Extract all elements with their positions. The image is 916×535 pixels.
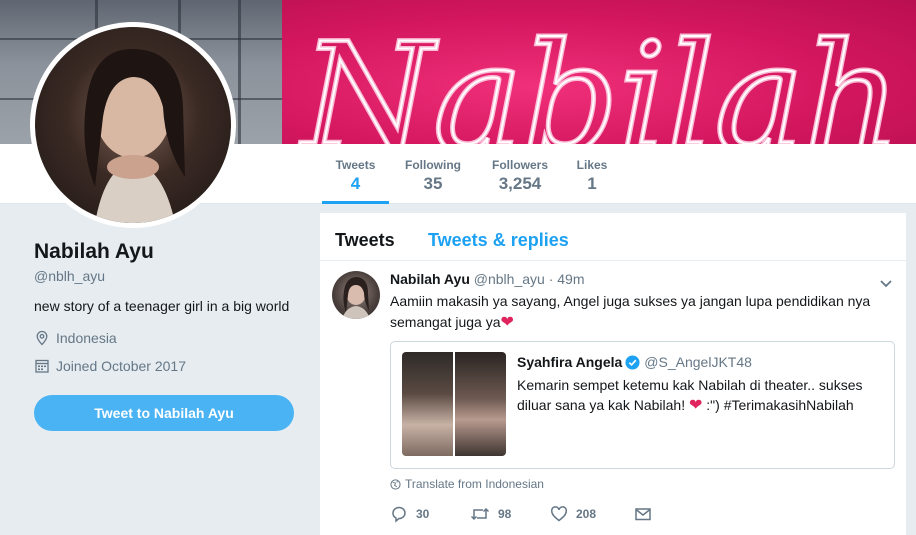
nav-label: Following xyxy=(405,158,461,172)
quote-text: Kemarin sempet ketemu kak Nabilah di the… xyxy=(517,375,877,416)
reply-icon xyxy=(392,506,406,523)
tweet-time[interactable]: 49m xyxy=(557,271,584,287)
nav-likes[interactable]: Likes 1 xyxy=(572,144,612,204)
tweet-text-line: semangat juga ya xyxy=(390,314,501,330)
avatar-photo xyxy=(35,27,231,223)
tweet-actions: 30 98 208 xyxy=(390,505,652,523)
tweet-header: Nabilah Ayu @nblh_ayu · 49m xyxy=(390,271,585,287)
banner-neon-sign: Nabilah Nabilah xyxy=(282,0,916,144)
joined-text: Joined October 2017 xyxy=(56,358,186,374)
quoted-tweet-media[interactable] xyxy=(402,352,506,456)
nav-tweets[interactable]: Tweets 4 xyxy=(322,144,389,204)
nav-value: 4 xyxy=(350,174,361,193)
neon-text: Nabilah Nabilah xyxy=(297,10,904,145)
nav-label: Likes xyxy=(576,158,608,172)
tab-tweets-replies[interactable]: Tweets & replies xyxy=(428,230,569,251)
tweet-avatar[interactable] xyxy=(332,271,380,319)
svg-text:Nabilah: Nabilah xyxy=(299,12,901,144)
heart-emoji-icon: ❤ xyxy=(500,314,514,331)
location-text: Indonesia xyxy=(56,330,117,346)
nav-value: 3,254 xyxy=(498,174,542,193)
like-count: 208 xyxy=(576,507,597,521)
tweet-text: Aamiin makasih ya sayang, Angel juga suk… xyxy=(390,291,890,333)
tweet-author-handle[interactable]: @nblh_ayu xyxy=(474,271,545,287)
nav-label: Followers xyxy=(491,158,548,172)
retweet-button[interactable]: 98 xyxy=(470,505,550,523)
quote-author-name: Syahfira Angela xyxy=(517,354,623,370)
tweet-text-line: Aamiin makasih ya sayang, Angel juga suk… xyxy=(390,293,871,309)
tweet-author-name[interactable]: Nabilah Ayu xyxy=(390,271,470,287)
tweet-item[interactable]: Nabilah Ayu @nblh_ayu · 49m Aamiin makas… xyxy=(320,262,906,535)
profile-bio: new story of a teenager girl in a big wo… xyxy=(34,298,290,314)
retweet-icon xyxy=(470,507,490,521)
tab-tweets[interactable]: Tweets xyxy=(335,230,395,251)
nav-value: 1 xyxy=(587,174,597,193)
profile-name[interactable]: Nabilah Ayu xyxy=(34,240,304,264)
reply-button[interactable]: 30 xyxy=(390,505,470,523)
nav-label: Tweets xyxy=(335,158,376,172)
nav-value: 35 xyxy=(423,174,443,193)
globe-icon xyxy=(390,478,401,490)
profile-location: Indonesia xyxy=(34,330,304,346)
translate-text: Translate from Indonesian xyxy=(405,477,544,491)
quote-author-handle: @S_AngelJKT48 xyxy=(644,354,752,370)
nav-followers[interactable]: Followers 3,254 xyxy=(487,144,553,204)
quote-text-line: Kemarin sempet ketemu kak Nabilah di the… xyxy=(517,377,863,393)
reply-count: 30 xyxy=(416,507,430,521)
quoted-tweet[interactable]: Syahfira Angela @S_AngelJKT48 Kemarin se… xyxy=(390,341,895,469)
nav-following[interactable]: Following 35 xyxy=(400,144,466,204)
quote-header: Syahfira Angela @S_AngelJKT48 xyxy=(517,354,752,370)
tweet-separator: · xyxy=(548,271,554,287)
quote-photo-left xyxy=(402,352,453,456)
location-pin-icon xyxy=(36,330,48,346)
heart-emoji-icon: ❤ xyxy=(689,397,703,414)
calendar-icon xyxy=(35,359,49,373)
quote-photo-right xyxy=(455,352,506,456)
profile-avatar[interactable] xyxy=(30,22,236,228)
timeline-tabs: Tweets Tweets & replies xyxy=(320,213,906,261)
profile-card: Nabilah Ayu @nblh_ayu new story of a tee… xyxy=(34,240,304,374)
direct-message-button[interactable] xyxy=(634,505,652,523)
quote-text-line: :") #TerimakasihNabilah xyxy=(706,397,854,413)
like-button[interactable]: 208 xyxy=(550,505,634,523)
profile-handle[interactable]: @nblh_ayu xyxy=(34,268,304,284)
retweet-count: 98 xyxy=(498,507,512,521)
verified-badge-icon xyxy=(625,354,640,370)
quote-text-line: diluar sana ya kak Nabilah! xyxy=(517,397,686,413)
timeline: Tweets Tweets & replies Nabilah Ayu @nbl… xyxy=(320,213,906,535)
translate-link[interactable]: Translate from Indonesian xyxy=(390,477,544,491)
envelope-icon xyxy=(635,508,651,521)
tweet-to-button[interactable]: Tweet to Nabilah Ayu xyxy=(34,395,294,431)
like-heart-icon xyxy=(551,506,567,522)
profile-joined: Joined October 2017 xyxy=(34,358,304,374)
